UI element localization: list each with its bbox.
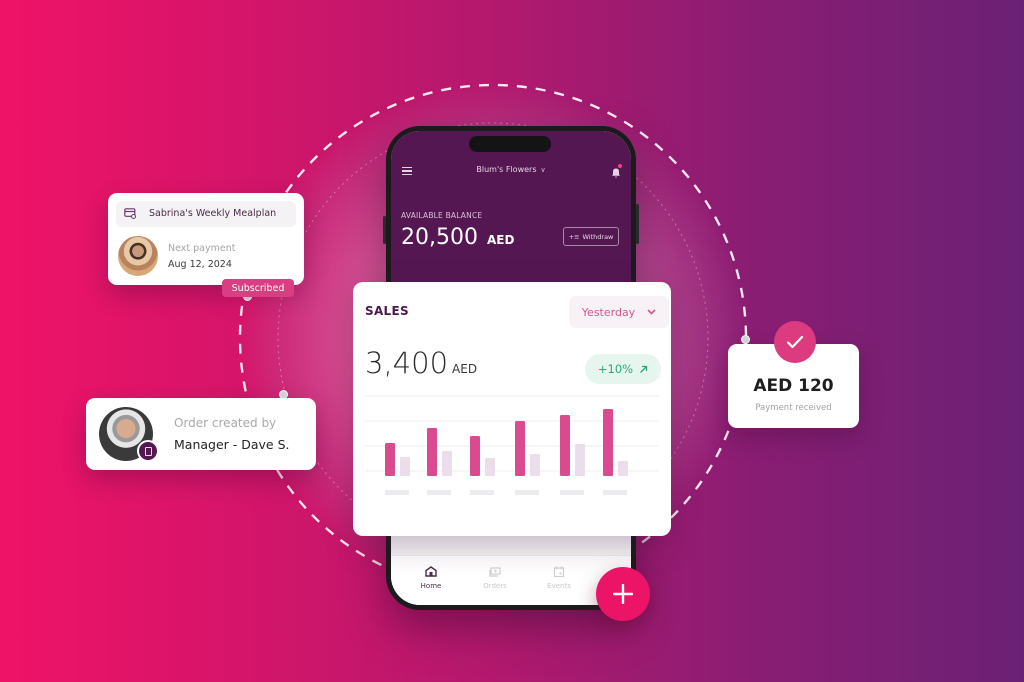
chart-bar-current [385,443,395,476]
nav-item-events[interactable]: Events [535,566,583,590]
balance-header: Blum's Flowers ∨ AVAILABLE BALANCE 20,500… [391,131,631,291]
subscription-card[interactable]: Sabrina's Weekly Mealplan Next payment A… [108,193,304,285]
chart-bar-current [427,428,437,476]
plus-icon [613,584,633,604]
bottom-navigation: Home Orders Events [391,555,631,605]
subscription-title: Sabrina's Weekly Mealplan [149,208,277,219]
sales-title: SALES [365,304,409,318]
chart-bar-current [603,409,613,476]
chart-bar-previous [442,451,452,476]
phone-notch [469,136,551,152]
chart-bar-previous [575,444,585,476]
withdraw-icon: +≡ [568,232,580,241]
store-selector[interactable]: Blum's Flowers ∨ [391,165,631,174]
sales-value: 3,400 AED [365,346,477,380]
chart-x-label-placeholder [560,490,584,495]
check-icon [774,321,816,363]
chart-bar-current [560,415,570,476]
nav-item-orders[interactable]: Orders [471,566,519,590]
nav-label: Events [547,582,571,590]
balance-value: 20,500 AED [401,225,514,250]
change-badge: +10% [585,354,661,384]
payment-amount: AED 120 [753,376,834,396]
bell-icon[interactable] [610,164,622,178]
avatar [118,236,158,276]
order-created-label: Order created by [174,416,277,430]
payment-label: Payment received [755,403,832,413]
arrow-up-right-icon [640,365,648,373]
nav-item-home[interactable]: Home [407,566,455,590]
sales-amount: 3,400 [365,346,449,380]
store-name: Blum's Flowers [476,165,537,174]
chevron-down-icon: ∨ [540,166,546,174]
chart-bar-current [515,421,525,476]
chart-x-label-placeholder [385,490,409,495]
withdraw-label: Withdraw [582,232,614,241]
chart-x-label-placeholder [427,490,451,495]
chart-bar-previous [530,454,540,476]
chart-x-label-placeholder [515,490,539,495]
status-badge: Subscribed [222,279,294,297]
chart-x-label-placeholder [470,490,494,495]
app-bar: Blum's Flowers ∨ [391,163,631,183]
balance-label: AVAILABLE BALANCE [401,211,483,220]
next-payment-label: Next payment [168,243,236,254]
chevron-down-icon [647,309,656,315]
chart-bar-current [470,436,480,476]
tablet-icon [137,440,159,462]
sales-bar-chart [365,395,659,495]
chart-bar-previous [618,461,628,476]
order-creator-name: Manager - Dave S. [174,437,290,452]
withdraw-button[interactable]: +≡ Withdraw [563,227,619,246]
add-button[interactable] [596,567,650,621]
change-value: +10% [597,362,634,376]
subscription-header: Sabrina's Weekly Mealplan [116,201,296,227]
next-payment-date: Aug 12, 2024 [168,259,232,270]
phone-volume-button [383,216,386,244]
phone-side-button [636,204,639,244]
chart-x-label-placeholder [603,490,627,495]
nav-label: Orders [483,582,507,590]
balance-amount: 20,500 [401,225,478,250]
sales-card: SALES Yesterday 3,400 AED +10% [353,282,671,536]
balance-currency: AED [486,233,515,247]
period-value: Yesterday [581,305,636,319]
sales-currency: AED [452,362,478,376]
nav-label: Home [420,582,442,590]
subscription-card-icon [124,208,136,219]
notification-dot [618,164,622,168]
period-dropdown[interactable]: Yesterday [569,296,669,328]
calendar-icon [553,566,565,577]
order-creator-card[interactable]: Order created by Manager - Dave S. [86,398,316,470]
orders-icon [489,567,501,577]
orbit-node [741,335,750,344]
chart-bar-previous [400,457,410,476]
chart-bar-previous [485,458,495,476]
home-icon [425,566,437,577]
